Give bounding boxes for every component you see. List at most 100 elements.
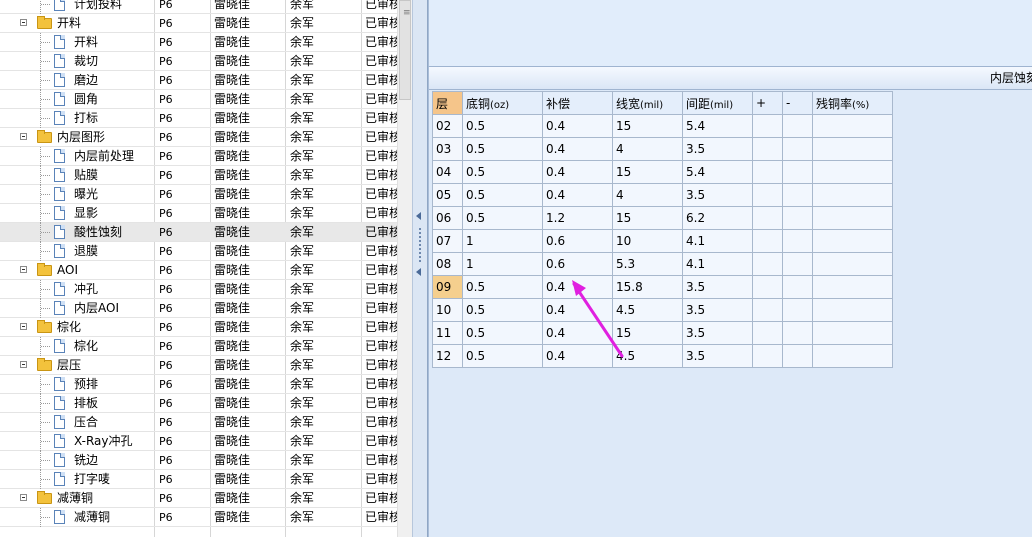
grid-cell-residual-copper[interactable]: [812, 298, 893, 322]
grid-cell-minus[interactable]: [782, 252, 813, 276]
tree-item-row[interactable]: 酸性蚀刻 P6 雷晓佳 余军 已审核: [0, 223, 397, 242]
grid-cell-minus[interactable]: [782, 321, 813, 345]
grid-cell-line-width[interactable]: 15: [612, 160, 683, 184]
grid-cell-residual-copper[interactable]: [812, 160, 893, 184]
grid-row[interactable]: 06 0.5 1.2 15 6.2: [432, 206, 893, 230]
column-header-spacing[interactable]: 间距(mil): [682, 91, 753, 115]
grid-cell-spacing[interactable]: 3.5: [682, 321, 753, 345]
grid-cell-residual-copper[interactable]: [812, 137, 893, 161]
grid-cell-spacing[interactable]: 6.2: [682, 206, 753, 230]
tree-item-row[interactable]: 磨边 P6 雷晓佳 余军 已审核: [0, 71, 397, 90]
grid-cell-spacing[interactable]: 3.5: [682, 344, 753, 368]
grid-cell-plus[interactable]: [752, 206, 783, 230]
grid-cell-spacing[interactable]: 3.5: [682, 183, 753, 207]
grid-cell-plus[interactable]: [752, 137, 783, 161]
column-header-base-copper[interactable]: 底铜(oz): [462, 91, 543, 115]
tree-item-row[interactable]: 开料 P6 雷晓佳 余军 已审核: [0, 33, 397, 52]
tree-item-row[interactable]: 压合 P6 雷晓佳 余军 已审核: [0, 413, 397, 432]
grid-cell-minus[interactable]: [782, 275, 813, 299]
collapse-left-arrow-icon[interactable]: [416, 212, 421, 220]
grid-cell-spacing[interactable]: 4.1: [682, 229, 753, 253]
tree-item-row[interactable]: 冲孔 P6 雷晓佳 余军 已审核: [0, 280, 397, 299]
grid-cell-minus[interactable]: [782, 298, 813, 322]
column-header-line-width[interactable]: 线宽(mil): [612, 91, 683, 115]
grid-cell-minus[interactable]: [782, 137, 813, 161]
grid-cell-layer[interactable]: 02: [432, 114, 463, 138]
collapse-toggle-icon[interactable]: [20, 494, 27, 501]
grid-cell-base-copper[interactable]: 1: [462, 252, 543, 276]
grid-cell-minus[interactable]: [782, 160, 813, 184]
grid-row[interactable]: 12 0.5 0.4 4.5 3.5: [432, 344, 893, 368]
grid-cell-base-copper[interactable]: 0.5: [462, 114, 543, 138]
tree-item-row[interactable]: 显影 P6 雷晓佳 余军 已审核: [0, 204, 397, 223]
grid-cell-compensation[interactable]: 0.4: [542, 160, 613, 184]
grid-cell-line-width[interactable]: 4: [612, 183, 683, 207]
grid-cell-minus[interactable]: [782, 114, 813, 138]
grid-cell-residual-copper[interactable]: [812, 206, 893, 230]
grid-cell-plus[interactable]: [752, 252, 783, 276]
grid-cell-line-width[interactable]: 4: [612, 137, 683, 161]
tree-group-row[interactable]: 棕化 P6 雷晓佳 余军 已审核: [0, 318, 397, 337]
tree-item-row[interactable]: 退膜 P6 雷晓佳 余军 已审核: [0, 242, 397, 261]
grid-cell-minus[interactable]: [782, 344, 813, 368]
tree-item-row[interactable]: 圆角 P6 雷晓佳 余军 已审核: [0, 90, 397, 109]
grid-cell-layer[interactable]: 06: [432, 206, 463, 230]
grid-row[interactable]: 09 0.5 0.4 15.8 3.5: [432, 275, 893, 299]
grid-cell-residual-copper[interactable]: [812, 114, 893, 138]
tree-item-row[interactable]: 预排 P6 雷晓佳 余军 已审核: [0, 375, 397, 394]
grid-row[interactable]: 04 0.5 0.4 15 5.4: [432, 160, 893, 184]
tree-group-row[interactable]: 开料 P6 雷晓佳 余军 已审核: [0, 14, 397, 33]
grid-cell-spacing[interactable]: 5.4: [682, 114, 753, 138]
grid-cell-compensation[interactable]: 0.6: [542, 229, 613, 253]
grid-cell-layer[interactable]: 07: [432, 229, 463, 253]
tree-group-row[interactable]: 减薄铜 P6 雷晓佳 余军 已审核: [0, 489, 397, 508]
grid-cell-layer[interactable]: 09: [432, 275, 463, 299]
grid-cell-residual-copper[interactable]: [812, 183, 893, 207]
grid-cell-plus[interactable]: [752, 229, 783, 253]
tree-item-row[interactable]: X-Ray冲孔 P6 雷晓佳 余军 已审核: [0, 432, 397, 451]
grid-cell-base-copper[interactable]: 0.5: [462, 275, 543, 299]
grid-cell-layer[interactable]: 11: [432, 321, 463, 345]
tree-item-row[interactable]: 裁切 P6 雷晓佳 余军 已审核: [0, 52, 397, 71]
grid-cell-base-copper[interactable]: 0.5: [462, 321, 543, 345]
grid-cell-line-width[interactable]: 10: [612, 229, 683, 253]
grid-cell-residual-copper[interactable]: [812, 229, 893, 253]
grid-row[interactable]: 07 1 0.6 10 4.1: [432, 229, 893, 253]
tree-item-row[interactable]: 计划投料 P6 雷晓佳 余军 已审核: [0, 0, 397, 14]
grid-cell-base-copper[interactable]: 0.5: [462, 206, 543, 230]
column-header-layer[interactable]: 层: [432, 91, 463, 115]
collapse-toggle-icon[interactable]: [20, 323, 27, 330]
tree-item-row[interactable]: 排板 P6 雷晓佳 余军 已审核: [0, 394, 397, 413]
grid-cell-layer[interactable]: 03: [432, 137, 463, 161]
grid-cell-compensation[interactable]: 0.4: [542, 114, 613, 138]
grid-cell-compensation[interactable]: 0.4: [542, 137, 613, 161]
tree-item-row[interactable]: 内层前处理 P6 雷晓佳 余军 已审核: [0, 147, 397, 166]
grid-cell-line-width[interactable]: 15: [612, 206, 683, 230]
tree-item-row[interactable]: 棕化 P6 雷晓佳 余军 已审核: [0, 337, 397, 356]
grid-cell-base-copper[interactable]: 0.5: [462, 137, 543, 161]
grid-cell-plus[interactable]: [752, 344, 783, 368]
grid-cell-residual-copper[interactable]: [812, 321, 893, 345]
tree-item-row[interactable]: 铣边 P6 雷晓佳 余军 已审核: [0, 451, 397, 470]
grid-cell-plus[interactable]: [752, 160, 783, 184]
collapse-toggle-icon[interactable]: [20, 133, 27, 140]
grid-row[interactable]: 05 0.5 0.4 4 3.5: [432, 183, 893, 207]
column-header-residual-copper[interactable]: 残铜率(%): [812, 91, 893, 115]
grid-cell-layer[interactable]: 08: [432, 252, 463, 276]
grid-cell-plus[interactable]: [752, 114, 783, 138]
grid-cell-base-copper[interactable]: 0.5: [462, 344, 543, 368]
collapse-toggle-icon[interactable]: [20, 19, 27, 26]
grid-cell-line-width[interactable]: 15: [612, 114, 683, 138]
grid-row[interactable]: 10 0.5 0.4 4.5 3.5: [432, 298, 893, 322]
grid-cell-plus[interactable]: [752, 183, 783, 207]
collapse-toggle-icon[interactable]: [20, 361, 27, 368]
grid-cell-layer[interactable]: 04: [432, 160, 463, 184]
grid-row[interactable]: 02 0.5 0.4 15 5.4: [432, 114, 893, 138]
tree-item-row[interactable]: 内层AOI P6 雷晓佳 余军 已审核: [0, 299, 397, 318]
grid-row[interactable]: 03 0.5 0.4 4 3.5: [432, 137, 893, 161]
collapse-toggle-icon[interactable]: [20, 266, 27, 273]
tree-item-row[interactable]: 曝光 P6 雷晓佳 余军 已审核: [0, 185, 397, 204]
grid-cell-spacing[interactable]: 4.1: [682, 252, 753, 276]
tree-group-row[interactable]: 层压 P6 雷晓佳 余军 已审核: [0, 356, 397, 375]
grid-cell-residual-copper[interactable]: [812, 252, 893, 276]
